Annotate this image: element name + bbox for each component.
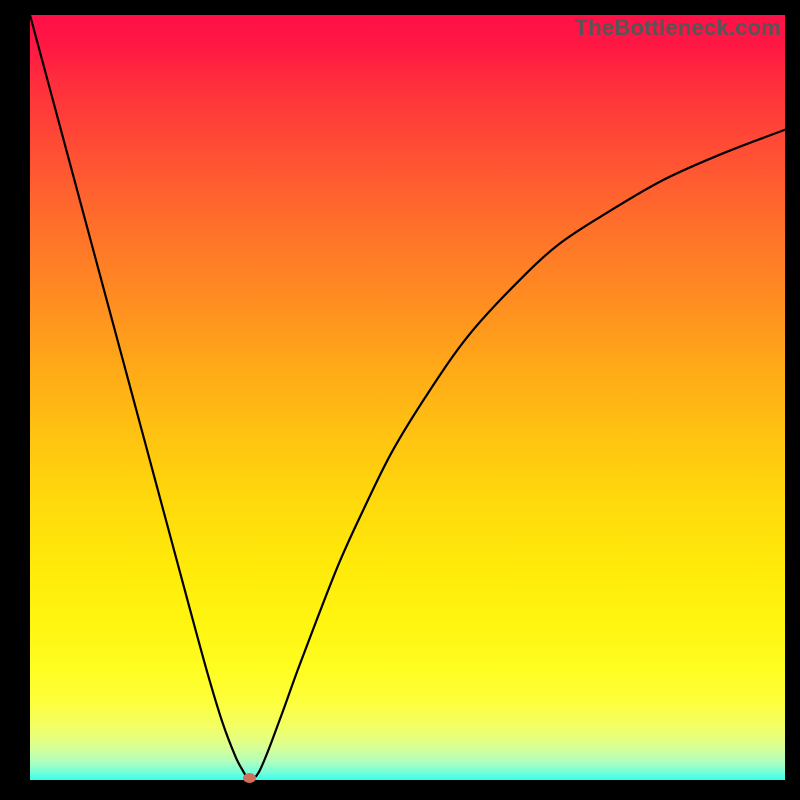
plot-area: TheBottleneck.com — [30, 15, 785, 780]
chart-frame: TheBottleneck.com — [0, 0, 800, 800]
bottleneck-curve — [30, 15, 785, 780]
minimum-marker — [243, 773, 256, 783]
